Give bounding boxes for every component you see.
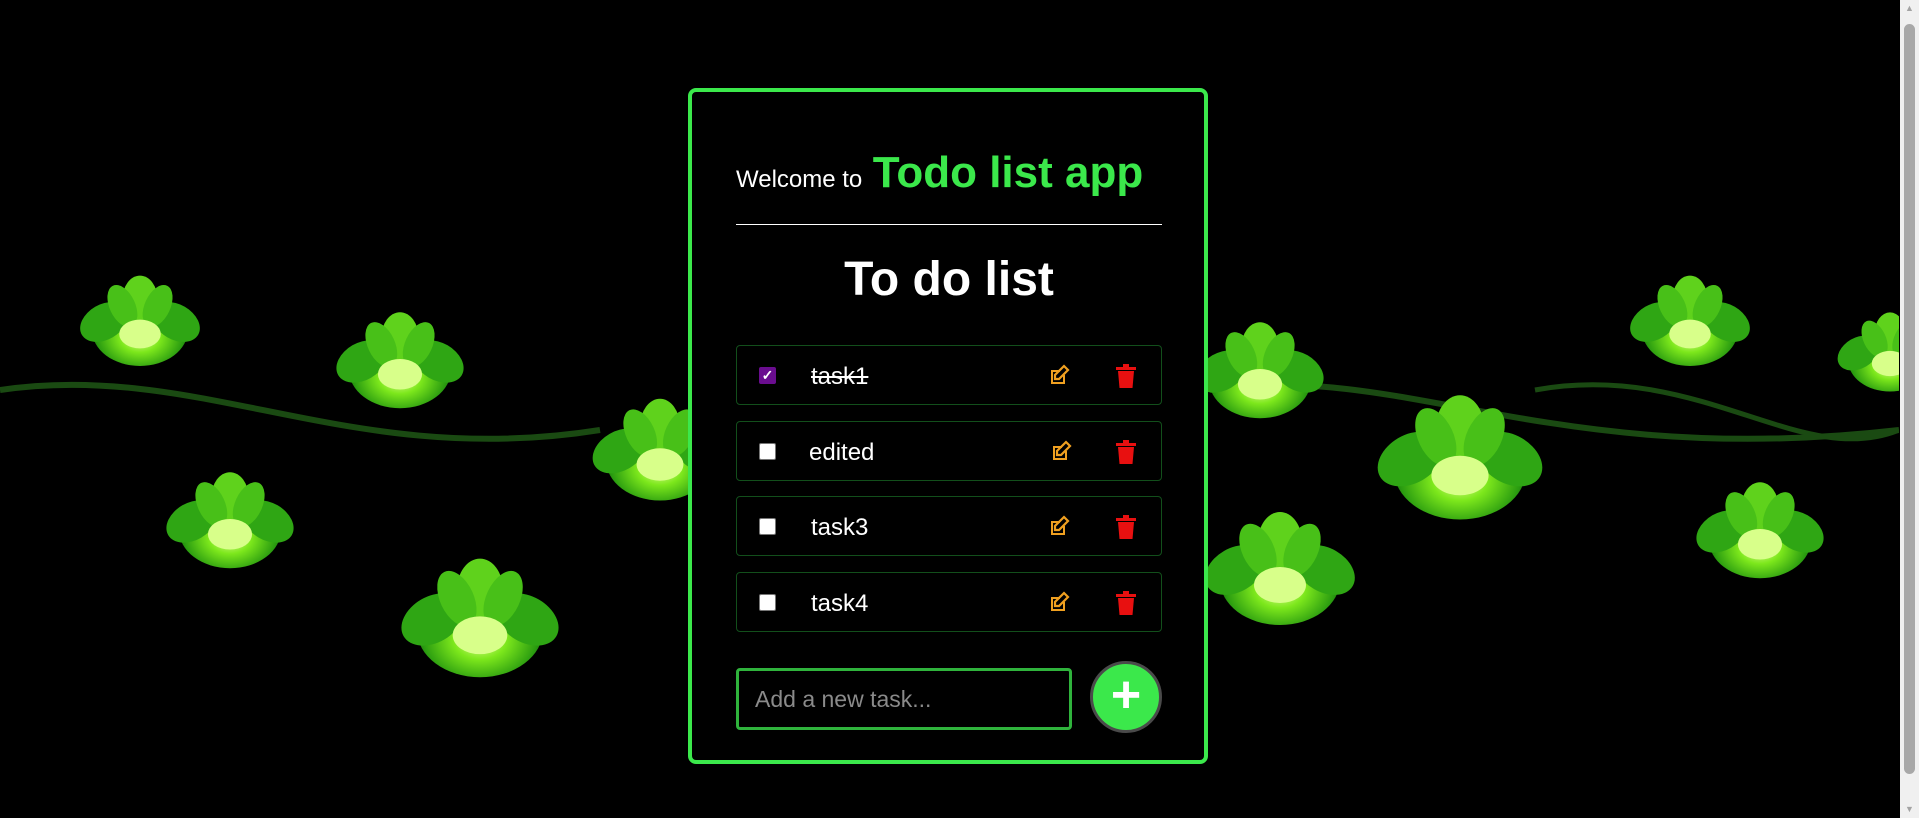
scroll-up-arrow-icon[interactable]: ▲ bbox=[1900, 0, 1919, 17]
welcome-heading: Welcome to Todo list app bbox=[736, 148, 1143, 198]
task-label: task1 bbox=[811, 363, 869, 390]
trash-icon[interactable] bbox=[1115, 440, 1137, 464]
trash-icon[interactable] bbox=[1115, 515, 1137, 539]
task-label: task3 bbox=[811, 514, 869, 541]
task-item: task4 bbox=[736, 572, 1162, 632]
task-checkbox[interactable]: ✓ bbox=[759, 367, 776, 384]
task-checkbox[interactable] bbox=[759, 518, 776, 535]
task-item: ✓ task1 bbox=[736, 345, 1162, 405]
trash-icon[interactable] bbox=[1115, 364, 1137, 388]
task-label: edited bbox=[809, 439, 875, 466]
new-task-input[interactable] bbox=[736, 668, 1072, 730]
task-item: task3 bbox=[736, 496, 1162, 556]
edit-icon[interactable] bbox=[1047, 591, 1071, 615]
welcome-prefix: Welcome to bbox=[736, 166, 863, 193]
scroll-down-arrow-icon[interactable]: ▼ bbox=[1900, 801, 1919, 818]
task-checkbox[interactable] bbox=[759, 594, 776, 611]
edit-icon[interactable] bbox=[1047, 364, 1071, 388]
app-name: Todo list app bbox=[872, 148, 1144, 197]
task-label: task4 bbox=[811, 590, 869, 617]
edit-icon[interactable] bbox=[1047, 515, 1071, 539]
trash-icon[interactable] bbox=[1115, 591, 1137, 615]
task-item: edited bbox=[736, 421, 1162, 481]
vertical-scrollbar[interactable]: ▲ ▼ bbox=[1900, 0, 1919, 818]
divider bbox=[736, 224, 1162, 225]
todo-card: Welcome to Todo list app To do list ✓ ta… bbox=[688, 88, 1208, 764]
list-title: To do list bbox=[844, 253, 1054, 306]
task-checkbox[interactable] bbox=[759, 443, 776, 460]
add-task-button[interactable]: + bbox=[1090, 661, 1162, 733]
edit-icon[interactable] bbox=[1049, 440, 1073, 464]
scroll-thumb[interactable] bbox=[1904, 24, 1915, 774]
